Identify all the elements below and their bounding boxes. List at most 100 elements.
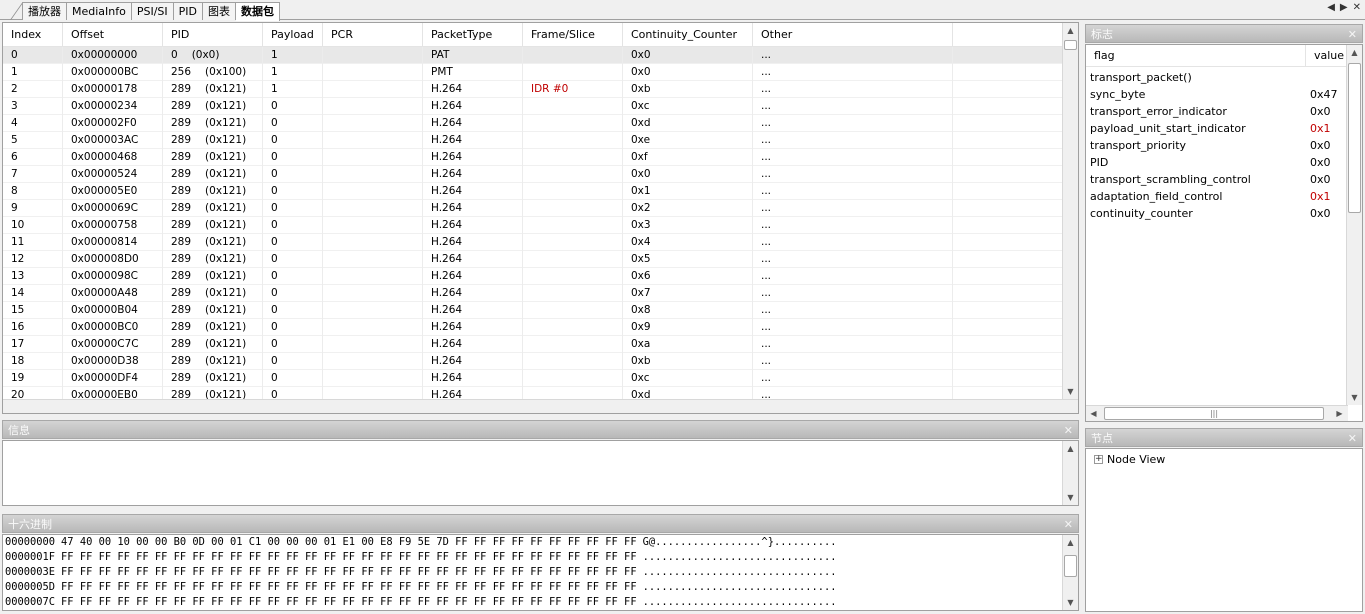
table-row[interactable]: 16 0x00000BC0 289 (0x121) 0 H.264 0x9...: [3, 319, 1063, 336]
expand-icon[interactable]: +: [1094, 455, 1103, 464]
column-header[interactable]: Index: [3, 23, 63, 47]
table-row[interactable]: 7 0x00000524 289 (0x121) 0 H.264 0x0...: [3, 166, 1063, 183]
cell-frame: [523, 149, 623, 166]
cell-filler: [953, 64, 1063, 81]
tab-scroll-left-icon[interactable]: ◀: [1327, 2, 1335, 13]
tree-node[interactable]: + Node View: [1094, 453, 1165, 466]
scroll-down-icon[interactable]: ▼: [1063, 384, 1078, 399]
flag-row[interactable]: transport_priority 0x0: [1086, 137, 1346, 154]
table-row[interactable]: 15 0x00000B04 289 (0x121) 0 H.264 0x8...: [3, 302, 1063, 319]
flag-name: PID: [1090, 156, 1109, 169]
scroll-left-icon[interactable]: ◀: [1086, 406, 1101, 421]
scroll-thumb[interactable]: [1348, 63, 1361, 213]
scroll-down-icon[interactable]: ▼: [1347, 390, 1362, 405]
scroll-right-icon[interactable]: ▶: [1332, 406, 1347, 421]
hex-line[interactable]: 0000005D FF FF FF FF FF FF FF FF FF FF FF…: [3, 580, 1078, 595]
flag-row[interactable]: transport_packet(): [1086, 69, 1346, 86]
cell-other: ...: [753, 217, 953, 234]
hex-line[interactable]: 0000003E FF FF FF FF FF FF FF FF FF FF FF…: [3, 565, 1078, 580]
table-row[interactable]: 10 0x00000758 289 (0x121) 0 H.264 0x3...: [3, 217, 1063, 234]
pid-value: 289: [171, 372, 192, 384]
tab-5[interactable]: 数据包: [236, 2, 281, 21]
cell-index: 11: [3, 234, 63, 251]
column-header[interactable]: Frame/Slice: [523, 23, 623, 47]
cell-pid: 289 (0x121): [163, 115, 263, 132]
node-panel-close-icon[interactable]: ✕: [1348, 429, 1357, 448]
hex-line[interactable]: 0000001F FF FF FF FF FF FF FF FF FF FF FF…: [3, 550, 1078, 565]
table-row[interactable]: 8 0x000005E0 289 (0x121) 0 H.264 0x1...: [3, 183, 1063, 200]
cell-pcr: [323, 319, 423, 336]
flag-row[interactable]: adaptation_field_control 0x1: [1086, 188, 1346, 205]
hex-line[interactable]: 0000007C FF FF FF FF FF FF FF FF FF FF FF…: [3, 595, 1078, 610]
tab-0[interactable]: 播放器: [22, 2, 67, 20]
table-row[interactable]: 3 0x00000234 289 (0x121) 0 H.264 0xc...: [3, 98, 1063, 115]
table-row[interactable]: 11 0x00000814 289 (0x121) 0 H.264 0x4...: [3, 234, 1063, 251]
tab-2[interactable]: PSI/SI: [131, 2, 174, 20]
hex-panel-close-icon[interactable]: ✕: [1064, 515, 1073, 534]
value-column-header[interactable]: value: [1306, 45, 1348, 66]
flag-row[interactable]: continuity_counter 0x0: [1086, 205, 1346, 222]
table-row[interactable]: 5 0x000003AC 289 (0x121) 0 H.264 0xe...: [3, 132, 1063, 149]
tab-3[interactable]: PID: [173, 2, 204, 20]
flag-name: sync_byte: [1090, 88, 1146, 101]
close-icon[interactable]: ✕: [1353, 2, 1361, 13]
hex-line[interactable]: 00000000 47 40 00 10 00 00 B0 0D 00 01 C1…: [3, 535, 1078, 550]
column-header[interactable]: Other: [753, 23, 953, 47]
table-row[interactable]: 2 0x00000178 289 (0x121) 1 H.264 IDR #0 0xb...: [3, 81, 1063, 98]
table-row[interactable]: 0 0x00000000 0 (0x0) 1 PAT 0x0...: [3, 47, 1063, 64]
flag-panel-close-icon[interactable]: ✕: [1348, 25, 1357, 44]
tab-scroll-right-icon[interactable]: ▶: [1340, 2, 1348, 13]
table-row[interactable]: 19 0x00000DF4 289 (0x121) 0 H.264 0xc...: [3, 370, 1063, 387]
table-row[interactable]: 6 0x00000468 289 (0x121) 0 H.264 0xf...: [3, 149, 1063, 166]
cell-index: 1: [3, 64, 63, 81]
flag-panel-scrollbar[interactable]: ▲ ▼: [1346, 45, 1362, 405]
scroll-thumb[interactable]: [1064, 555, 1077, 577]
column-header[interactable]: PacketType: [423, 23, 523, 47]
table-row[interactable]: 9 0x0000069C 289 (0x121) 0 H.264 0x2...: [3, 200, 1063, 217]
column-header[interactable]: PID: [163, 23, 263, 47]
scroll-up-icon[interactable]: ▲: [1347, 45, 1362, 60]
flag-row[interactable]: transport_scrambling_control 0x0: [1086, 171, 1346, 188]
flag-row[interactable]: PID 0x0: [1086, 154, 1346, 171]
cell-cc: 0x7: [623, 285, 753, 302]
table-row[interactable]: 14 0x00000A48 289 (0x121) 0 H.264 0x7...: [3, 285, 1063, 302]
flag-row[interactable]: sync_byte 0x47: [1086, 86, 1346, 103]
scroll-thumb[interactable]: [1064, 40, 1077, 50]
pid-hex: (0x121): [205, 168, 247, 180]
table-row[interactable]: 18 0x00000D38 289 (0x121) 0 H.264 0xb...: [3, 353, 1063, 370]
table-row[interactable]: 13 0x0000098C 289 (0x121) 0 H.264 0x6...: [3, 268, 1063, 285]
info-panel-scrollbar[interactable]: ▲ ▼: [1062, 441, 1078, 505]
flag-value: 0x0: [1310, 173, 1331, 186]
table-row[interactable]: 4 0x000002F0 289 (0x121) 0 H.264 0xd...: [3, 115, 1063, 132]
flag-row[interactable]: transport_error_indicator 0x0: [1086, 103, 1346, 120]
tab-bar: 播放器 MediaInfo PSI/SI PID 图表 数据包 ◀ ▶ ✕: [0, 0, 1365, 21]
node-panel-title-text: 节点: [1091, 432, 1113, 445]
table-row[interactable]: 12 0x000008D0 289 (0x121) 0 H.264 0x5...: [3, 251, 1063, 268]
cell-pid: 289 (0x121): [163, 319, 263, 336]
column-header[interactable]: Continuity_Counter: [623, 23, 753, 47]
scroll-up-icon[interactable]: ▲: [1063, 23, 1078, 38]
flag-panel-hscrollbar[interactable]: ◀ ||| ▶: [1086, 405, 1348, 421]
table-row[interactable]: 17 0x00000C7C 289 (0x121) 0 H.264 0xa...: [3, 336, 1063, 353]
column-header[interactable]: Payload: [263, 23, 323, 47]
scroll-thumb[interactable]: |||: [1104, 407, 1324, 420]
scroll-up-icon[interactable]: ▲: [1063, 441, 1078, 456]
scroll-down-icon[interactable]: ▼: [1063, 595, 1078, 610]
info-panel-close-icon[interactable]: ✕: [1064, 421, 1073, 440]
scroll-down-icon[interactable]: ▼: [1063, 490, 1078, 505]
flag-row[interactable]: payload_unit_start_indicator 0x1: [1086, 120, 1346, 137]
table-row[interactable]: 1 0x000000BC 256 (0x100) 1 PMT 0x0...: [3, 64, 1063, 81]
cell-payload: 0: [263, 98, 323, 115]
cell-frame: [523, 336, 623, 353]
flag-table-body: transport_packet() sync_byte 0x47 transport…: [1086, 69, 1346, 222]
cell-frame: [523, 268, 623, 285]
scroll-up-icon[interactable]: ▲: [1063, 535, 1078, 550]
flag-column-header[interactable]: flag: [1086, 45, 1306, 66]
tab-1[interactable]: MediaInfo: [67, 2, 132, 20]
column-header[interactable]: PCR: [323, 23, 423, 47]
packet-table-scrollbar[interactable]: ▲ ▼: [1062, 23, 1078, 399]
hex-panel-scrollbar[interactable]: ▲ ▼: [1062, 535, 1078, 610]
tab-4[interactable]: 图表: [203, 2, 237, 20]
column-header[interactable]: Offset: [63, 23, 163, 47]
cell-pid: 289 (0x121): [163, 81, 263, 98]
